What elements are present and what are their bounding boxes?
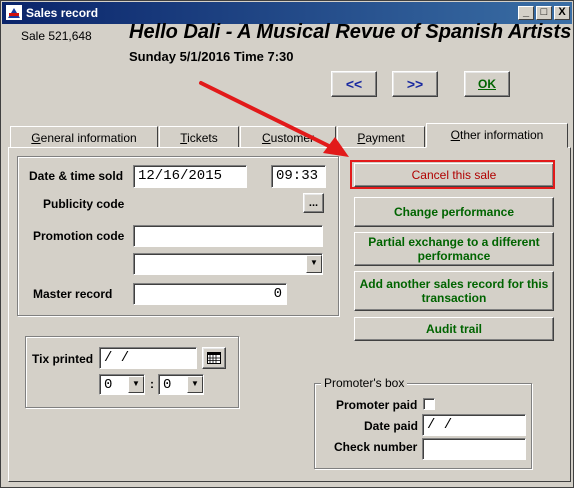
sales-record-window: Sales record _ □ X Sale 521,648 Hello Da… [0,0,574,488]
tab-other-information[interactable]: Other information [426,123,568,148]
annotation-arrow [199,81,349,157]
